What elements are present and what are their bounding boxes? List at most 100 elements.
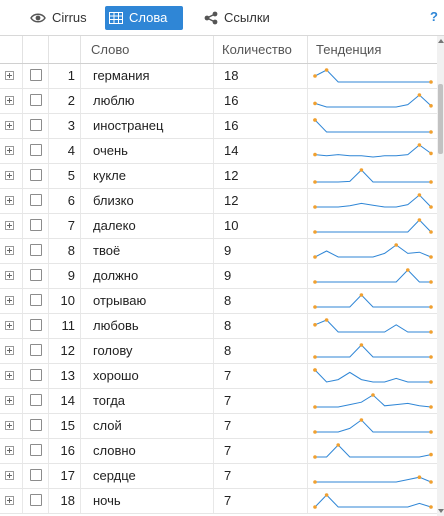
- table-row[interactable]: 5 кукле 12: [0, 164, 437, 189]
- table-row[interactable]: 2 люблю 16: [0, 89, 437, 114]
- vertical-scrollbar[interactable]: [437, 36, 444, 516]
- row-expander[interactable]: [0, 239, 22, 263]
- table-row[interactable]: 1 германия 18: [0, 64, 437, 89]
- row-expander[interactable]: [0, 464, 22, 488]
- row-expander[interactable]: [0, 264, 22, 288]
- table-row[interactable]: 3 иностранец 16: [0, 114, 437, 139]
- row-checkbox[interactable]: [30, 494, 42, 506]
- plus-box-icon[interactable]: [5, 246, 14, 255]
- row-expander[interactable]: [0, 489, 22, 513]
- tab-cirrus[interactable]: Cirrus: [26, 6, 93, 30]
- row-expander[interactable]: [0, 439, 22, 463]
- plus-box-icon[interactable]: [5, 171, 14, 180]
- row-checkbox[interactable]: [30, 144, 42, 156]
- word-cell[interactable]: очень: [80, 139, 213, 163]
- row-checkbox[interactable]: [30, 69, 42, 81]
- plus-box-icon[interactable]: [5, 71, 14, 80]
- tab-links[interactable]: Ссылки: [200, 6, 276, 30]
- plus-box-icon[interactable]: [5, 421, 14, 430]
- header-trend[interactable]: Тенденция: [307, 36, 437, 63]
- table-row[interactable]: 4 очень 14: [0, 139, 437, 164]
- word-cell[interactable]: ночь: [80, 489, 213, 513]
- word-cell[interactable]: твоё: [80, 239, 213, 263]
- row-checkbox[interactable]: [30, 194, 42, 206]
- row-expander[interactable]: [0, 314, 22, 338]
- tab-words[interactable]: Слова: [105, 6, 183, 30]
- plus-box-icon[interactable]: [5, 371, 14, 380]
- word-cell[interactable]: люблю: [80, 89, 213, 113]
- row-expander[interactable]: [0, 364, 22, 388]
- word-cell[interactable]: должно: [80, 264, 213, 288]
- row-checkbox[interactable]: [30, 219, 42, 231]
- row-checkbox[interactable]: [30, 344, 42, 356]
- row-checkbox[interactable]: [30, 394, 42, 406]
- scroll-down-arrow[interactable]: [437, 506, 444, 516]
- word-cell[interactable]: иностранец: [80, 114, 213, 138]
- plus-box-icon[interactable]: [5, 321, 14, 330]
- row-expander[interactable]: [0, 414, 22, 438]
- row-expander[interactable]: [0, 164, 22, 188]
- row-expander[interactable]: [0, 289, 22, 313]
- help-button[interactable]: ?: [430, 9, 438, 24]
- row-checkbox[interactable]: [30, 419, 42, 431]
- scroll-up-arrow[interactable]: [437, 36, 444, 46]
- word-cell[interactable]: отрываю: [80, 289, 213, 313]
- row-expander[interactable]: [0, 64, 22, 88]
- row-checkbox[interactable]: [30, 469, 42, 481]
- table-row[interactable]: 16 словно 7: [0, 439, 437, 464]
- row-expander[interactable]: [0, 139, 22, 163]
- row-expander[interactable]: [0, 114, 22, 138]
- row-expander[interactable]: [0, 389, 22, 413]
- word-cell[interactable]: сердце: [80, 464, 213, 488]
- word-cell[interactable]: далеко: [80, 214, 213, 238]
- plus-box-icon[interactable]: [5, 196, 14, 205]
- row-checkbox[interactable]: [30, 269, 42, 281]
- table-row[interactable]: 15 слой 7: [0, 414, 437, 439]
- word-cell[interactable]: слой: [80, 414, 213, 438]
- row-checkbox[interactable]: [30, 119, 42, 131]
- word-cell[interactable]: голову: [80, 339, 213, 363]
- row-checkbox[interactable]: [30, 169, 42, 181]
- word-cell[interactable]: тогда: [80, 389, 213, 413]
- plus-box-icon[interactable]: [5, 396, 14, 405]
- table-row[interactable]: 12 голову 8: [0, 339, 437, 364]
- word-cell[interactable]: германия: [80, 64, 213, 88]
- word-cell[interactable]: хорошо: [80, 364, 213, 388]
- row-expander[interactable]: [0, 189, 22, 213]
- plus-box-icon[interactable]: [5, 471, 14, 480]
- table-row[interactable]: 11 любовь 8: [0, 314, 437, 339]
- plus-box-icon[interactable]: [5, 496, 14, 505]
- row-checkbox[interactable]: [30, 444, 42, 456]
- row-expander[interactable]: [0, 214, 22, 238]
- plus-box-icon[interactable]: [5, 146, 14, 155]
- row-checkbox[interactable]: [30, 294, 42, 306]
- scroll-thumb[interactable]: [438, 84, 443, 154]
- table-row[interactable]: 9 должно 9: [0, 264, 437, 289]
- word-cell[interactable]: любовь: [80, 314, 213, 338]
- word-cell[interactable]: кукле: [80, 164, 213, 188]
- row-checkbox[interactable]: [30, 244, 42, 256]
- plus-box-icon[interactable]: [5, 271, 14, 280]
- plus-box-icon[interactable]: [5, 96, 14, 105]
- plus-box-icon[interactable]: [5, 221, 14, 230]
- table-row[interactable]: 14 тогда 7: [0, 389, 437, 414]
- header-word[interactable]: Слово: [80, 36, 213, 63]
- row-checkbox[interactable]: [30, 319, 42, 331]
- plus-box-icon[interactable]: [5, 446, 14, 455]
- plus-box-icon[interactable]: [5, 296, 14, 305]
- row-expander[interactable]: [0, 339, 22, 363]
- row-checkbox[interactable]: [30, 94, 42, 106]
- table-row[interactable]: 17 сердце 7: [0, 464, 437, 489]
- header-count[interactable]: Количество: [213, 36, 307, 63]
- table-row[interactable]: 13 хорошо 7: [0, 364, 437, 389]
- plus-box-icon[interactable]: [5, 346, 14, 355]
- table-row[interactable]: 6 близко 12: [0, 189, 437, 214]
- row-expander[interactable]: [0, 89, 22, 113]
- table-row[interactable]: 7 далеко 10: [0, 214, 437, 239]
- word-cell[interactable]: словно: [80, 439, 213, 463]
- plus-box-icon[interactable]: [5, 121, 14, 130]
- row-checkbox[interactable]: [30, 369, 42, 381]
- word-cell[interactable]: близко: [80, 189, 213, 213]
- table-row[interactable]: 8 твоё 9: [0, 239, 437, 264]
- table-row[interactable]: 18 ночь 7: [0, 489, 437, 514]
